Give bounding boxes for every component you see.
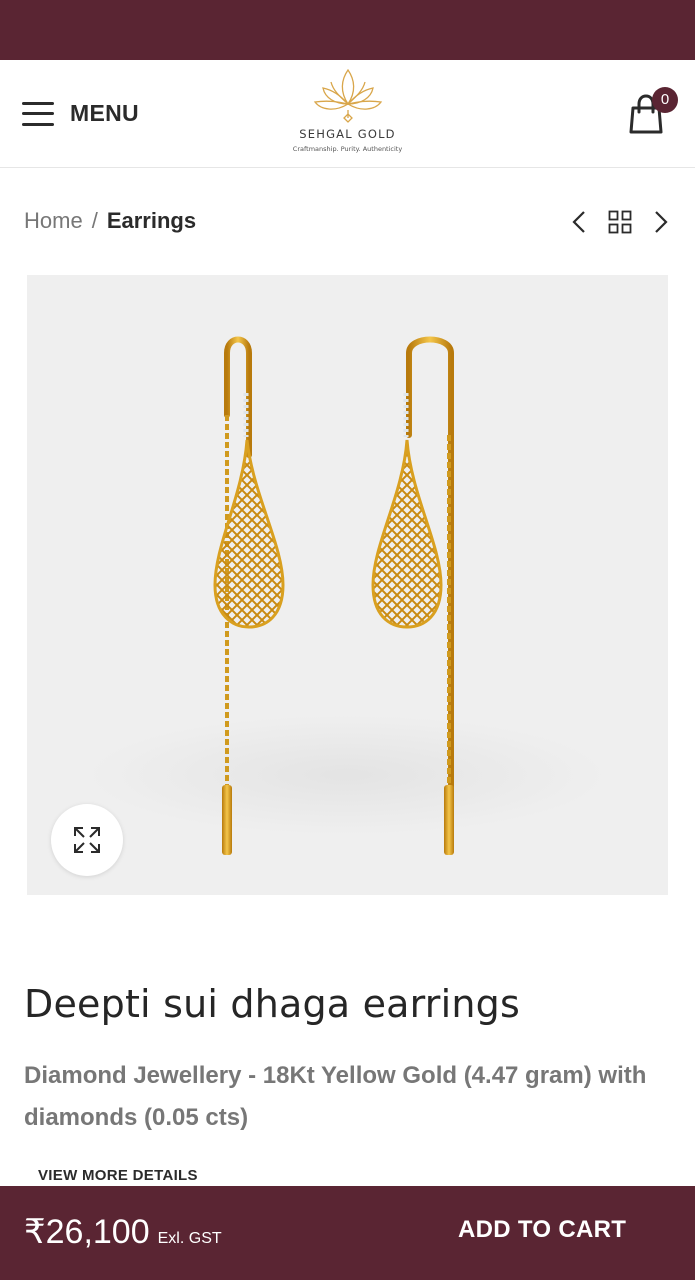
back-to-category-button[interactable] (608, 210, 632, 234)
cart-button[interactable]: 0 (628, 87, 682, 138)
breadcrumb: Home / Earrings (24, 208, 196, 234)
view-more-details-link[interactable]: VIEW MORE DETAILS (38, 1167, 198, 1184)
lotus-logo-icon (313, 68, 382, 123)
product-image[interactable] (27, 275, 668, 895)
menu-button[interactable]: MENU (22, 100, 139, 127)
product-price: ₹26,100 (24, 1213, 150, 1251)
price-block: ₹26,100 Exl. GST (24, 1212, 222, 1252)
breadcrumb-current: Earrings (106, 208, 197, 233)
top-banner-strip (0, 0, 695, 60)
site-header: MENU SEHGAL GOLD Craftmanship. Purity. A… (0, 60, 695, 168)
hamburger-icon (22, 101, 56, 127)
zoom-image-button[interactable] (51, 804, 123, 876)
chevron-left-icon (572, 211, 585, 233)
previous-product-button[interactable] (572, 210, 586, 234)
purchase-bar: ₹26,100 Exl. GST ADD TO CART (0, 1186, 695, 1280)
breadcrumb-home-link[interactable]: Home (24, 208, 83, 234)
product-navigation (572, 208, 668, 236)
cart-count-badge: 0 (652, 87, 678, 113)
grid-icon (608, 210, 632, 234)
logo-tagline: Craftmanship. Purity. Authenticity (292, 145, 403, 153)
breadcrumb-separator: / (91, 208, 98, 233)
logo-brand-name: SEHGAL GOLD (299, 127, 396, 141)
add-to-cart-button[interactable]: ADD TO CART (458, 1216, 626, 1244)
brand-logo[interactable]: SEHGAL GOLD Craftmanship. Purity. Authen… (280, 66, 415, 162)
next-product-button[interactable] (654, 210, 668, 234)
product-title: Deepti sui dhaga earrings (24, 982, 520, 1026)
product-description: Diamond Jewellery - 18Kt Yellow Gold (4.… (24, 1062, 647, 1131)
earrings-photo (87, 336, 607, 855)
expand-icon (74, 827, 100, 853)
chevron-right-icon (655, 211, 668, 233)
tax-note: Exl. GST (157, 1230, 222, 1247)
menu-label: MENU (70, 100, 139, 126)
